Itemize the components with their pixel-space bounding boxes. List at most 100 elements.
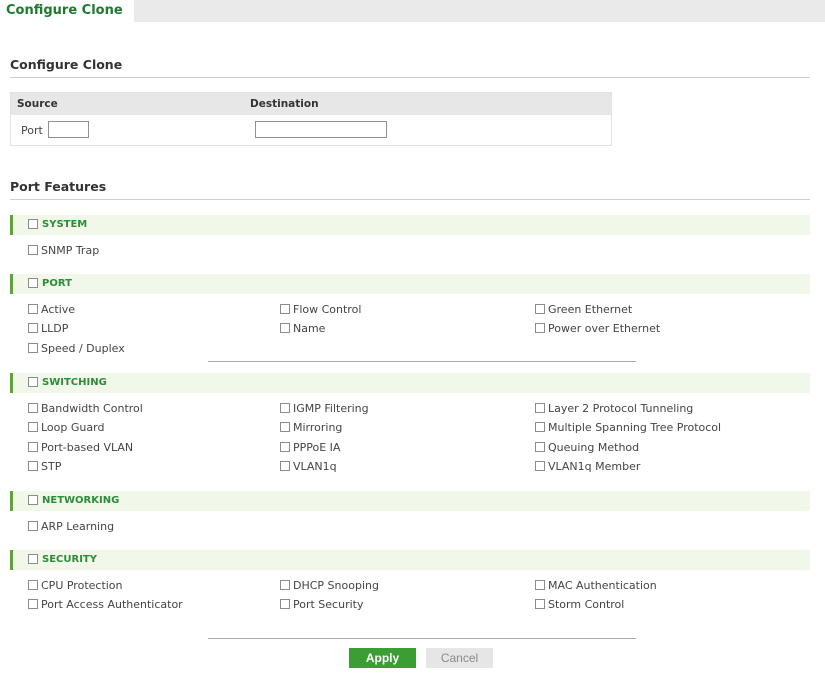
tab-bar: Configure Clone bbox=[0, 0, 825, 24]
option-label: CPU Protection bbox=[41, 579, 123, 592]
option-flow-control[interactable]: Flow Control bbox=[280, 303, 361, 316]
section-port-header: PORT bbox=[10, 274, 810, 294]
option-label: VLAN1q bbox=[293, 460, 337, 473]
option-mac-authentication[interactable]: MAC Authentication bbox=[535, 579, 657, 592]
source-header: Source bbox=[17, 98, 58, 110]
tab-configure-clone[interactable]: Configure Clone bbox=[0, 0, 134, 24]
option-mstp[interactable]: Multiple Spanning Tree Protocol bbox=[535, 421, 721, 434]
source-port-input[interactable] bbox=[48, 121, 89, 138]
option-port-access-authenticator[interactable]: Port Access Authenticator bbox=[28, 598, 183, 611]
option-label: Green Ethernet bbox=[548, 303, 633, 316]
option-vlan1q-member[interactable]: VLAN1q Member bbox=[535, 460, 640, 473]
port-label: Port bbox=[21, 124, 43, 137]
option-port-security[interactable]: Port Security bbox=[280, 598, 363, 611]
section-accent bbox=[10, 274, 13, 294]
checkbox[interactable] bbox=[280, 461, 290, 471]
option-speed-duplex[interactable]: Speed / Duplex bbox=[28, 342, 125, 355]
checkbox[interactable] bbox=[535, 599, 545, 609]
option-label: Speed / Duplex bbox=[41, 342, 125, 355]
checkbox[interactable] bbox=[28, 343, 38, 353]
option-name[interactable]: Name bbox=[280, 322, 325, 335]
section-switching-header: SWITCHING bbox=[10, 373, 810, 393]
option-label: LLDP bbox=[41, 322, 69, 335]
option-label: Layer 2 Protocol Tunneling bbox=[548, 402, 694, 415]
section-security-label: SECURITY bbox=[42, 554, 97, 565]
checkbox[interactable] bbox=[280, 323, 290, 333]
option-power-over-ethernet[interactable]: Power over Ethernet bbox=[535, 322, 660, 335]
switching-checkbox[interactable] bbox=[28, 377, 38, 387]
port-checkbox[interactable] bbox=[28, 278, 38, 288]
option-active[interactable]: Active bbox=[28, 303, 75, 316]
option-label: Port-based VLAN bbox=[41, 441, 134, 454]
checkbox[interactable] bbox=[28, 442, 38, 452]
option-pppoe-ia[interactable]: PPPoE IA bbox=[280, 441, 340, 454]
option-label: Multiple Spanning Tree Protocol bbox=[548, 421, 722, 434]
checkbox[interactable] bbox=[535, 442, 545, 452]
destination-port-input[interactable] bbox=[255, 121, 387, 138]
option-label: MAC Authentication bbox=[548, 579, 657, 592]
option-label: ARP Learning bbox=[41, 520, 115, 533]
checkbox[interactable] bbox=[280, 442, 290, 452]
option-storm-control[interactable]: Storm Control bbox=[535, 598, 624, 611]
option-queuing-method[interactable]: Queuing Method bbox=[535, 441, 639, 454]
section-system-label: SYSTEM bbox=[42, 219, 88, 230]
checkbox[interactable] bbox=[28, 422, 38, 432]
checkbox[interactable] bbox=[535, 403, 545, 413]
option-cpu-protection[interactable]: CPU Protection bbox=[28, 579, 123, 592]
section-accent bbox=[10, 373, 13, 393]
option-label: Flow Control bbox=[293, 303, 362, 316]
checkbox[interactable] bbox=[535, 461, 545, 471]
option-layer2-protocol-tunneling[interactable]: Layer 2 Protocol Tunneling bbox=[535, 402, 693, 415]
checkbox[interactable] bbox=[28, 521, 38, 531]
option-label: Port Access Authenticator bbox=[41, 598, 183, 611]
port-features-title: Port Features bbox=[10, 179, 107, 194]
option-lldp[interactable]: LLDP bbox=[28, 322, 68, 335]
checkbox[interactable] bbox=[28, 599, 38, 609]
option-label: IGMP Filtering bbox=[293, 402, 369, 415]
checkbox[interactable] bbox=[280, 422, 290, 432]
option-arp-learning[interactable]: ARP Learning bbox=[28, 520, 114, 533]
option-port-based-vlan[interactable]: Port-based VLAN bbox=[28, 441, 133, 454]
option-loop-guard[interactable]: Loop Guard bbox=[28, 421, 104, 434]
checkbox[interactable] bbox=[535, 580, 545, 590]
checkbox[interactable] bbox=[28, 304, 38, 314]
checkbox[interactable] bbox=[535, 422, 545, 432]
option-label: STP bbox=[41, 460, 62, 473]
option-snmp-trap[interactable]: SNMP Trap bbox=[28, 244, 99, 257]
option-label: VLAN1q Member bbox=[548, 460, 641, 473]
option-vlan1q[interactable]: VLAN1q bbox=[280, 460, 337, 473]
section-networking-header: NETWORKING bbox=[10, 491, 810, 511]
section-system-header: SYSTEM bbox=[10, 215, 810, 235]
checkbox[interactable] bbox=[280, 599, 290, 609]
checkbox[interactable] bbox=[535, 304, 545, 314]
checkbox[interactable] bbox=[28, 461, 38, 471]
checkbox[interactable] bbox=[28, 245, 38, 255]
option-mirroring[interactable]: Mirroring bbox=[280, 421, 342, 434]
divider bbox=[208, 638, 636, 639]
option-label: Loop Guard bbox=[41, 421, 105, 434]
checkbox[interactable] bbox=[28, 580, 38, 590]
checkbox[interactable] bbox=[280, 304, 290, 314]
divider bbox=[208, 361, 636, 362]
section-switching-label: SWITCHING bbox=[42, 377, 107, 388]
checkbox[interactable] bbox=[535, 323, 545, 333]
option-green-ethernet[interactable]: Green Ethernet bbox=[535, 303, 632, 316]
option-label: PPPoE IA bbox=[293, 441, 341, 454]
option-dhcp-snooping[interactable]: DHCP Snooping bbox=[280, 579, 379, 592]
option-label: Port Security bbox=[293, 598, 364, 611]
apply-button[interactable]: Apply bbox=[349, 648, 416, 668]
option-igmp-filtering[interactable]: IGMP Filtering bbox=[280, 402, 369, 415]
networking-checkbox[interactable] bbox=[28, 495, 38, 505]
system-checkbox[interactable] bbox=[28, 219, 38, 229]
checkbox[interactable] bbox=[280, 580, 290, 590]
security-checkbox[interactable] bbox=[28, 554, 38, 564]
option-stp[interactable]: STP bbox=[28, 460, 61, 473]
checkbox[interactable] bbox=[28, 403, 38, 413]
checkbox[interactable] bbox=[280, 403, 290, 413]
cancel-button[interactable]: Cancel bbox=[426, 648, 493, 668]
checkbox[interactable] bbox=[28, 323, 38, 333]
section-accent bbox=[10, 215, 13, 235]
option-label: Bandwidth Control bbox=[41, 402, 143, 415]
divider bbox=[10, 77, 810, 78]
option-bandwidth-control[interactable]: Bandwidth Control bbox=[28, 402, 143, 415]
